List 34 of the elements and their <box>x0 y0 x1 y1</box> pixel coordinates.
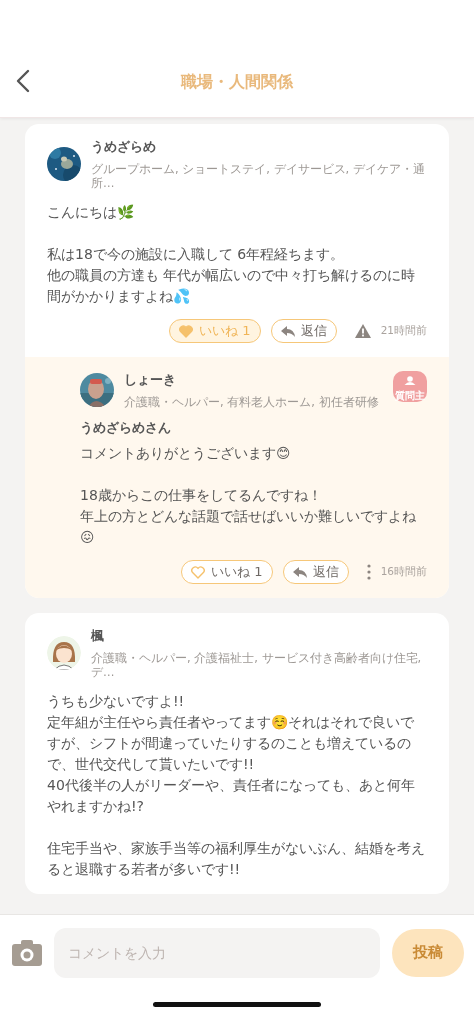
back-button[interactable] <box>14 67 32 95</box>
heart-icon <box>191 565 206 579</box>
post-text: 定年組が主任やら責任者やってます☺それはそれで良いですが、シフトが間違っていたりするのことも増えているので、世代交代して貰いたいです!! <box>47 713 415 774</box>
warning-icon[interactable] <box>354 324 371 338</box>
comment-input-field[interactable]: コメントを入力 <box>54 927 380 978</box>
author-tags: グループホーム, ショートステイ, デイサービス, デイケア・通所… <box>91 162 427 190</box>
post-text: 私は18で今の施設に入職して 6年程経ちます。 <box>47 245 346 264</box>
reply-text: 年上の方とどんな話題で話せばいいか難しいですよね😖 <box>80 507 417 547</box>
reply-text: 18歳からこの仕事をしてるんですね！ <box>80 486 323 505</box>
post-text: 住宅手当や、家族手当等の福利厚生がないぶん、結婚を考えると退職する若者が多いです!! <box>47 839 426 879</box>
reply-arrow-icon <box>292 566 307 578</box>
avatar-icon <box>47 636 81 670</box>
reply-button[interactable]: 返信 <box>270 319 337 343</box>
more-icon[interactable] <box>366 564 371 580</box>
reply-button[interactable]: 返信 <box>282 560 349 584</box>
author-name: うめざらめ <box>91 138 157 156</box>
camera-icon[interactable] <box>12 939 42 966</box>
timestamp: 21時間前 <box>380 324 427 338</box>
post-text: 他の職員の方達も 年代が幅広いので中々打ち解けるのに時間がかかりますよね💦 <box>47 266 417 306</box>
heart-icon <box>179 324 194 338</box>
timestamp: 16時間前 <box>380 565 427 579</box>
author-name: しょーき <box>124 371 177 389</box>
author-tags: 介護職・ヘルパー, 有料老人ホーム, 初任者研修 <box>124 395 383 409</box>
author-name: 楓 <box>91 627 105 645</box>
reply-text: コメントありがとうございます😊 <box>80 444 292 463</box>
post-text: 40代後半の人がリーダーや、責任者になっても、あと何年やれますかね!? <box>47 776 416 816</box>
author-tags: 介護職・ヘルパー, 介護福祉士, サービス付き高齢者向け住宅, デ… <box>91 651 427 679</box>
questioner-badge: 質問主 <box>393 371 427 402</box>
post-text: うちも少ないですよ!! <box>47 692 186 711</box>
reply-arrow-icon <box>280 325 295 337</box>
post-text: こんにちは🌿 <box>47 203 135 222</box>
like-button[interactable]: いいね 1 <box>181 560 273 584</box>
mention-text: うめざらめさん <box>80 419 172 437</box>
page-title: 職場・人間関係 <box>181 72 293 93</box>
